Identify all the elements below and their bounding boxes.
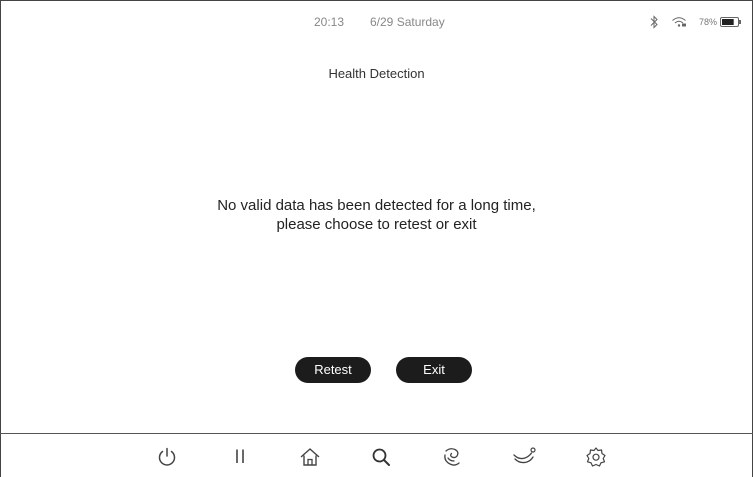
status-date: 6/29 Saturday: [370, 15, 445, 29]
pause-icon[interactable]: [229, 446, 251, 468]
message-line-2: please choose to retest or exit: [276, 216, 477, 233]
battery-indicator: 78%: [699, 17, 742, 27]
home-icon[interactable]: [299, 446, 321, 468]
retest-button[interactable]: Retest: [295, 357, 371, 383]
battery-icon: [720, 17, 742, 27]
battery-percent: 78%: [698, 17, 717, 27]
exit-button[interactable]: Exit: [396, 357, 472, 383]
page-title: Health Detection: [328, 66, 425, 81]
search-icon[interactable]: [370, 446, 392, 468]
power-icon[interactable]: [156, 446, 178, 468]
bottom-nav: [0, 434, 753, 477]
wifi-icon: [671, 16, 687, 28]
bluetooth-icon: [649, 15, 659, 29]
status-time: 20:13: [314, 15, 345, 29]
recline-icon[interactable]: [512, 446, 536, 468]
massage-icon[interactable]: [441, 446, 463, 468]
detection-message: No valid data has been detected for a lo…: [0, 196, 753, 234]
settings-icon[interactable]: [585, 446, 607, 468]
message-line-1: No valid data has been detected for a lo…: [217, 197, 536, 214]
status-icons: 78%: [649, 13, 742, 31]
status-bar: 20:13 6/29 Saturday 78%: [0, 0, 753, 40]
